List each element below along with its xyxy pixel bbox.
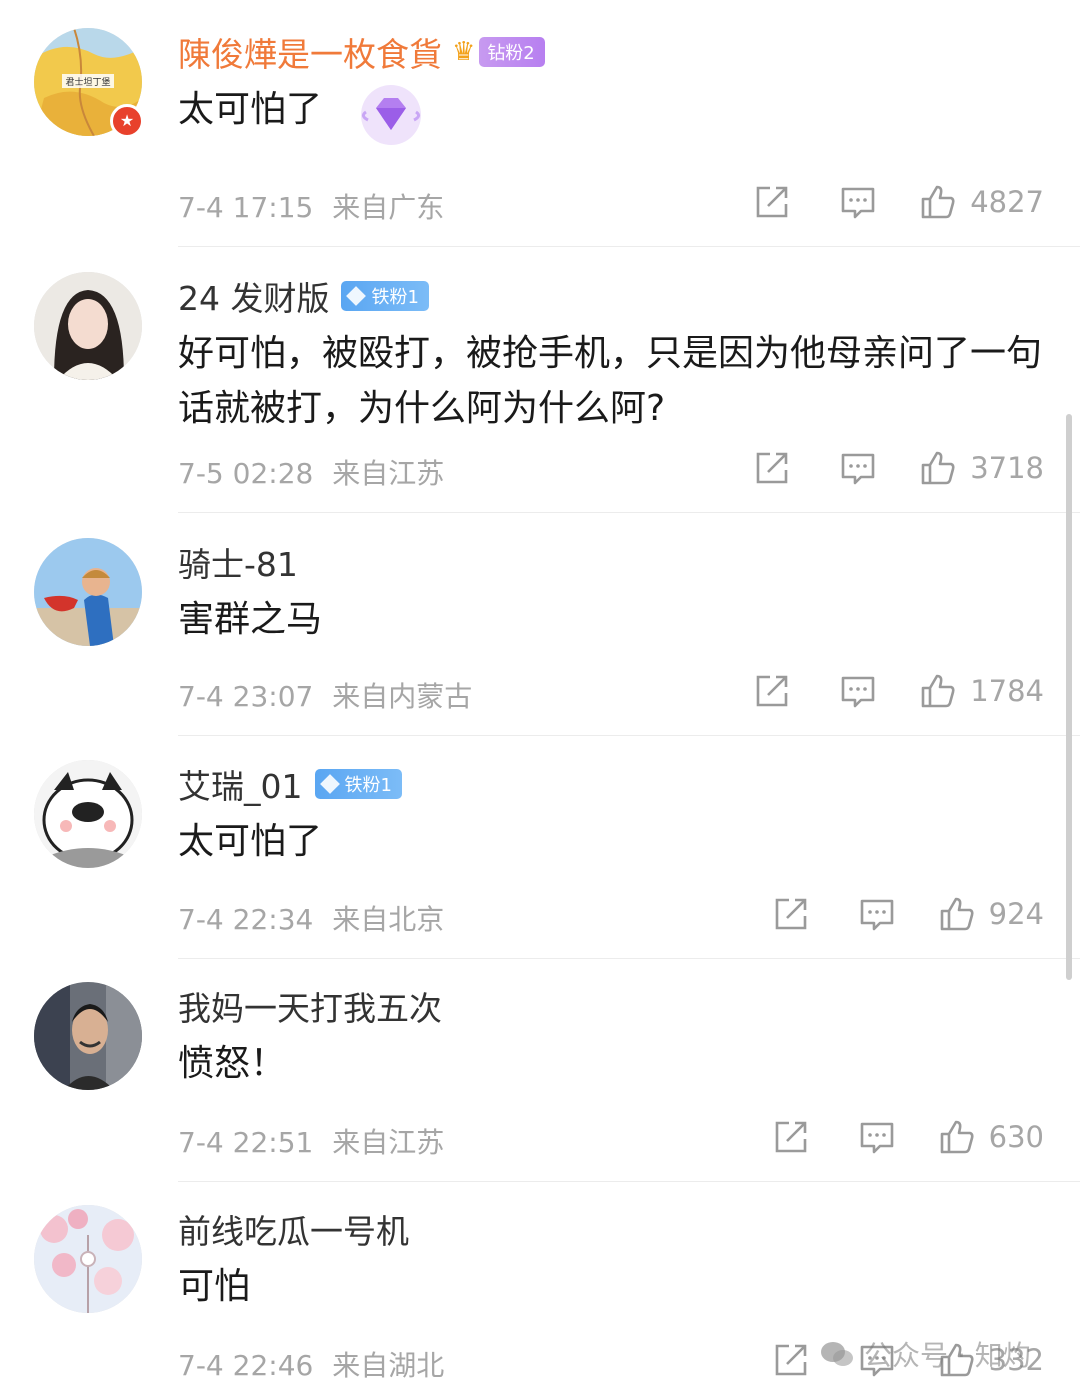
avatar[interactable] [34,538,142,646]
fan-badge-label: 铁粉1 [344,775,392,796]
comment-location: 来自广东 [332,191,445,224]
comment-text: 好可怕，被殴打，被抢手机，只是因为他母亲问了一句话就被打，为什么阿为什么阿? [178,333,1043,429]
username[interactable]: 艾瑞_01 [178,760,303,808]
comment-time: 7-4 22:51 [178,1126,314,1159]
comment-location: 来自内蒙古 [332,680,473,713]
thumbs-up-icon[interactable] [920,450,956,486]
comment-location: 来自北京 [332,903,445,936]
gem-icon [346,286,367,306]
share-icon[interactable] [773,896,809,932]
man-avatar-image [34,982,142,1090]
comment-text: 愤怒！ [178,1043,287,1084]
comment-meta: 7-4 23:07 来自内蒙古 [178,675,472,715]
comment-text: 太可怕了 [178,821,323,862]
like-count: 924 [988,897,1044,931]
comment-icon[interactable] [840,450,876,486]
comment-icon[interactable] [859,896,895,932]
avatar[interactable] [34,272,142,380]
cartoon-avatar-image [34,760,142,868]
blossom-avatar-image [34,1205,142,1313]
comment-meta: 7-4 17:15 来自广东 [178,186,444,226]
verified-badge-icon: ★ [110,104,144,138]
like-count: 3718 [970,451,1044,485]
scrollbar[interactable] [1066,414,1072,980]
share-icon[interactable] [773,1119,809,1155]
wechat-icon [821,1342,853,1366]
thumbs-up-icon[interactable] [920,184,956,220]
comment-meta: 7-4 22:34 来自北京 [178,898,444,938]
comment-icon[interactable] [840,184,876,220]
comment-time: 7-4 22:46 [178,1349,314,1382]
username[interactable]: 我妈一天打我五次 [178,982,442,1030]
comment-time: 7-4 23:07 [178,680,314,713]
thumbs-up-icon[interactable] [939,1119,975,1155]
comment-icon[interactable] [859,1119,895,1155]
fan-badge[interactable]: 钻粉2 [479,37,545,67]
avatar[interactable] [34,1205,142,1313]
comment-time: 7-4 22:34 [178,903,314,936]
divider [178,1181,1080,1182]
comment-meta: 7-4 22:51 来自江苏 [178,1121,444,1161]
avatar[interactable] [34,982,142,1090]
divider [178,735,1080,736]
like-count: 630 [988,1120,1044,1154]
like-count: 1784 [970,674,1044,708]
fan-badge[interactable]: 铁粉1 [341,281,429,311]
username[interactable]: 骑士-81 [178,538,298,586]
username[interactable]: 陳俊燁是一枚食貨 [178,28,442,76]
thumbs-up-icon[interactable] [939,896,975,932]
gem-sticker-icon [361,85,421,145]
comment-meta: 7-4 22:46 来自湖北 [178,1344,444,1384]
fan-badge[interactable]: 铁粉1 [314,769,402,799]
comment-location: 来自江苏 [332,457,445,490]
divider [178,512,1080,513]
comment-meta: 7-5 02:28 来自江苏 [178,452,444,492]
thumbs-up-icon[interactable] [920,673,956,709]
share-icon[interactable] [773,1342,809,1378]
fan-badge-label: 铁粉1 [371,287,419,308]
comment-icon[interactable] [840,673,876,709]
watermark: 公众号 · 知灼 [820,1334,1031,1374]
gem-icon [319,774,340,794]
divider [178,246,1080,247]
child-avatar-image [34,538,142,646]
share-icon[interactable] [754,184,790,220]
portrait-avatar-image [34,272,142,380]
avatar[interactable] [34,760,142,868]
comment-text: 害群之马 [178,599,323,640]
comment-time: 7-4 17:15 [178,191,314,224]
divider [178,958,1080,959]
watermark-text: 公众号 · 知灼 [864,1339,1031,1372]
comment-location: 来自湖北 [332,1349,445,1382]
comment-text: 可怕 [178,1266,251,1307]
svg-text:君士坦丁堡: 君士坦丁堡 [65,76,110,88]
comment-text: 太可怕了 [178,89,323,130]
fan-badge-label: 钻粉2 [487,43,535,64]
comment-location: 来自江苏 [332,1126,445,1159]
share-icon[interactable] [754,673,790,709]
crown-icon: ♛ [452,37,476,67]
like-count: 4827 [970,185,1044,219]
username[interactable]: 前线吃瓜一号机 [178,1205,409,1253]
comment-time: 7-5 02:28 [178,457,314,490]
share-icon[interactable] [754,450,790,486]
username[interactable]: 24 发财版 [178,272,329,320]
